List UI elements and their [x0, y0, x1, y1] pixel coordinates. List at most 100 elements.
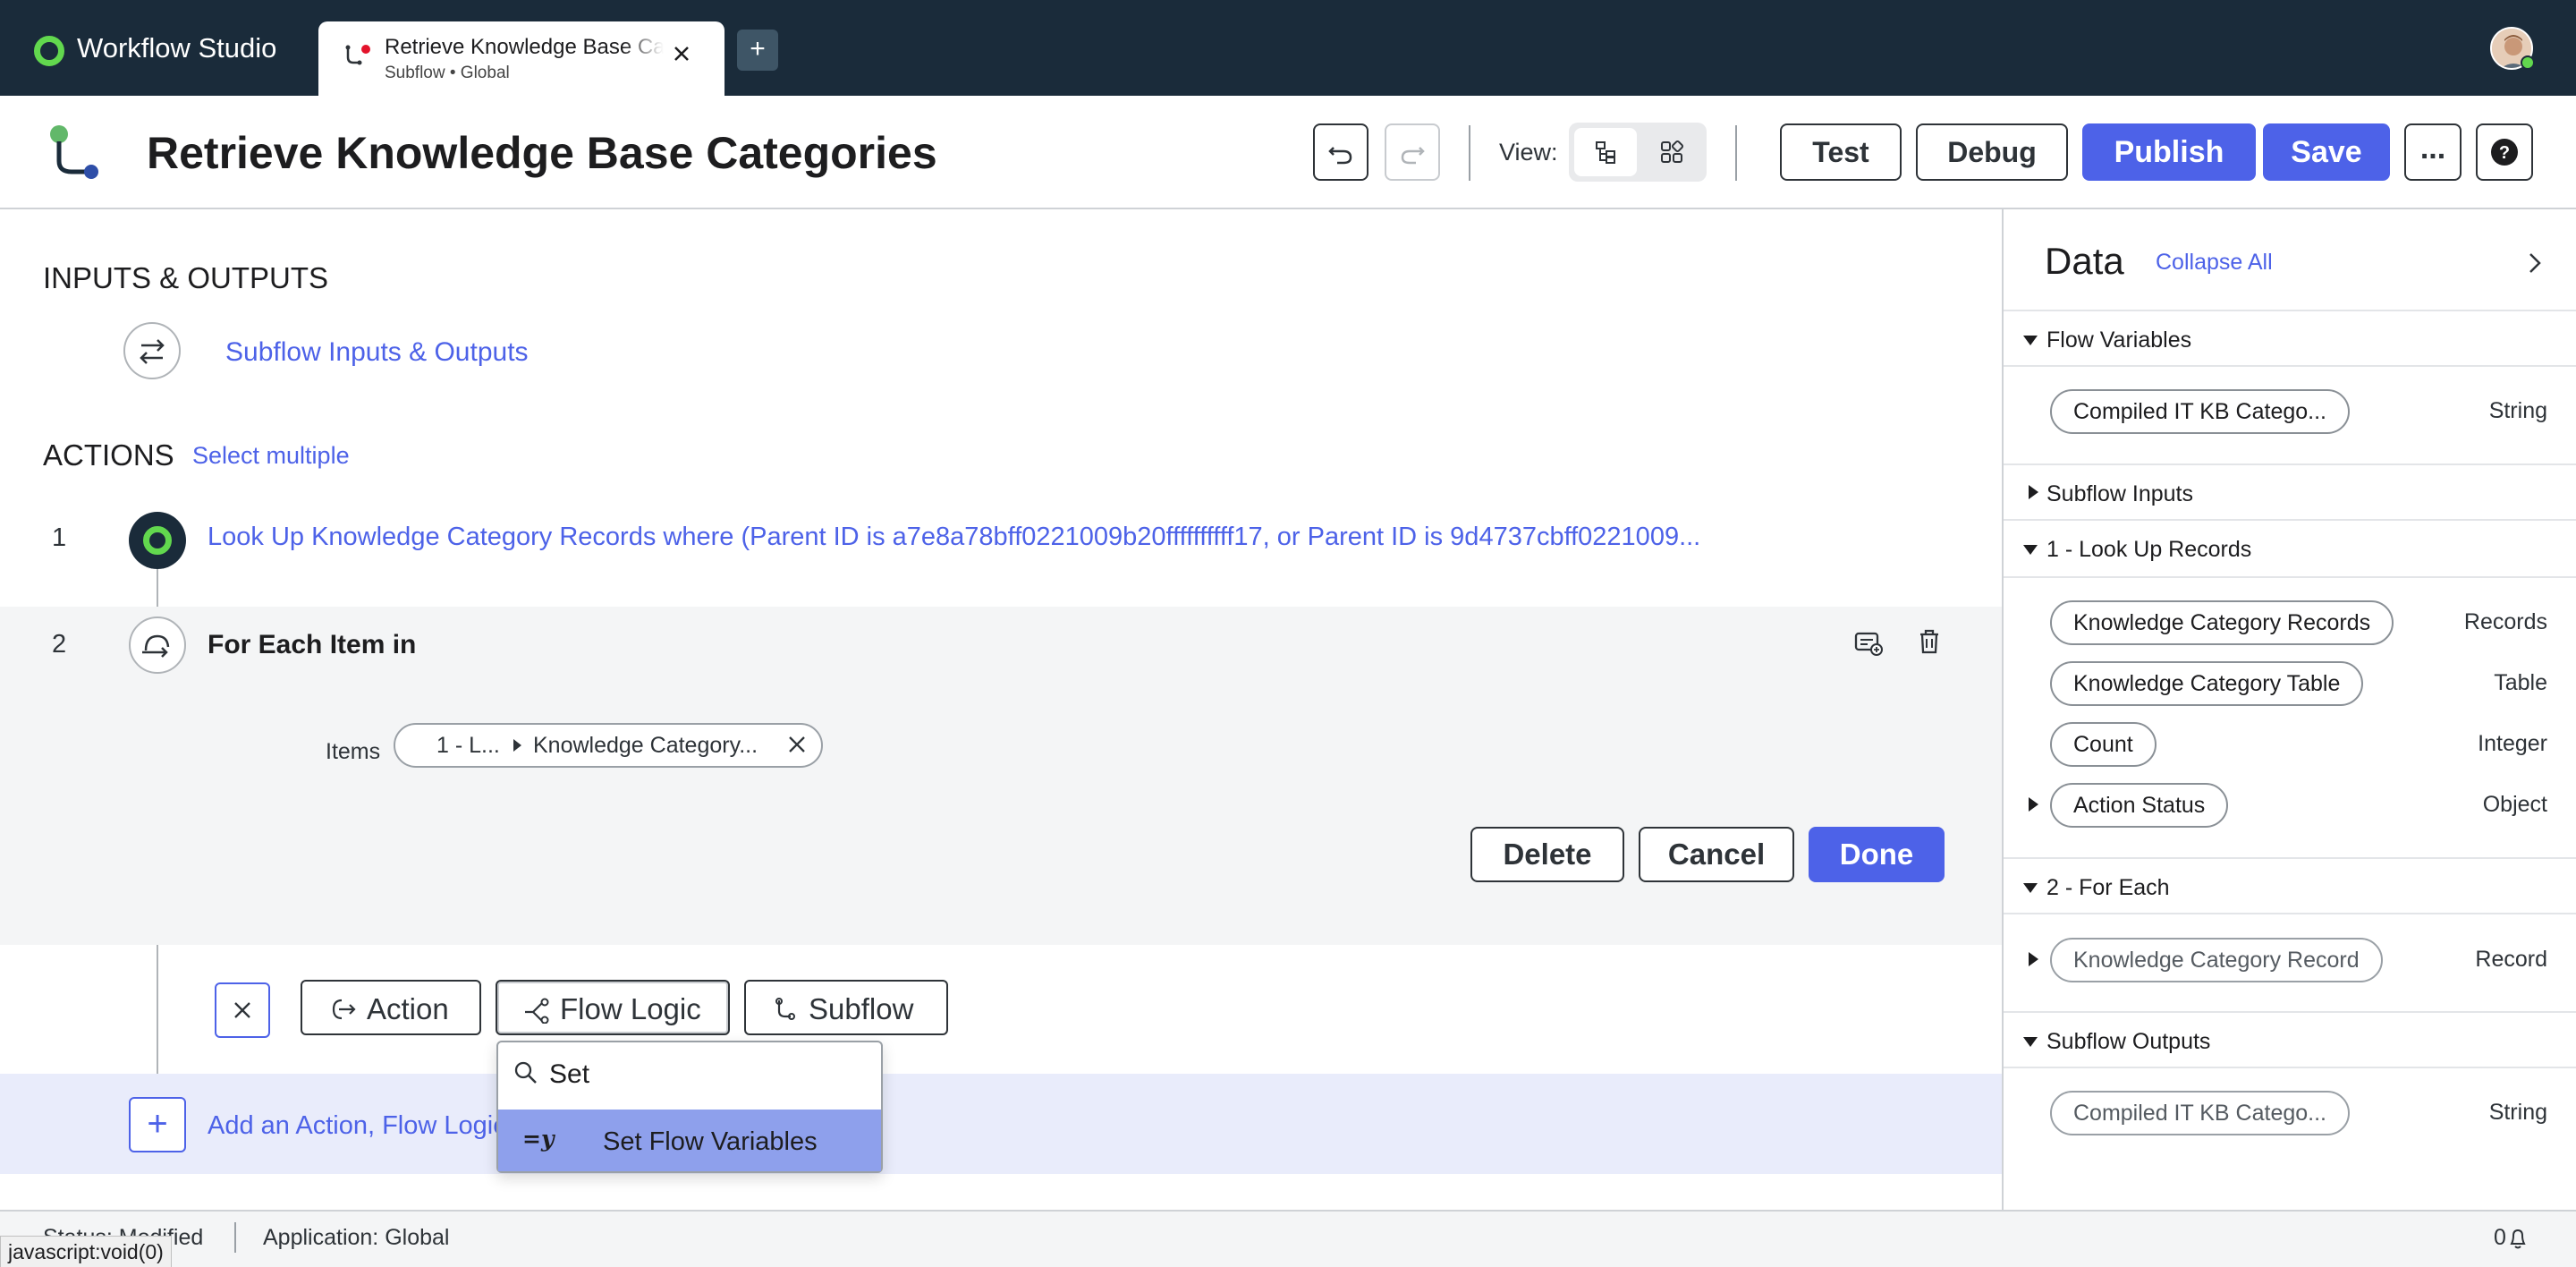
- data-type: String: [2488, 1100, 2547, 1125]
- new-tab-button[interactable]: +: [737, 30, 778, 71]
- data-type: Record: [2475, 947, 2547, 972]
- caret-right-icon: [513, 739, 521, 752]
- actions-heading: ACTIONS: [43, 438, 174, 472]
- step-2-title[interactable]: For Each Item in: [208, 630, 416, 660]
- section-label: 2 - For Each: [2046, 875, 2170, 900]
- redo-button[interactable]: [1385, 123, 1440, 181]
- delete-step-icon[interactable]: [1918, 628, 1941, 655]
- dropdown-search-input[interactable]: Set: [549, 1059, 589, 1090]
- publish-button[interactable]: Publish: [2082, 123, 2256, 181]
- close-picker-button[interactable]: [215, 982, 270, 1038]
- data-type: Records: [2463, 609, 2547, 634]
- flow-connector: [157, 945, 158, 1095]
- section-label: 1 - Look Up Records: [2046, 537, 2252, 562]
- delete-button[interactable]: Delete: [1470, 827, 1624, 882]
- items-pill-source: 1 - L...: [436, 733, 500, 758]
- section-label: Flow Variables: [2046, 327, 2192, 353]
- collapse-all-link[interactable]: Collapse All: [2156, 250, 2273, 276]
- step-number: 1: [52, 523, 67, 552]
- set-variable-icon: =y: [522, 1126, 555, 1152]
- action-icon: [332, 999, 356, 1020]
- section-label: Subflow Outputs: [2046, 1029, 2211, 1054]
- link-url-tooltip: javascript:void(0): [0, 1236, 172, 1267]
- unsaved-indicator: [361, 45, 370, 54]
- subflow-outputs-section-header[interactable]: Subflow Outputs: [2004, 1011, 2576, 1068]
- workflow-studio-logo-icon: [34, 36, 64, 66]
- undo-button[interactable]: [1313, 123, 1368, 181]
- svg-text:?: ?: [2499, 143, 2510, 163]
- data-type: Object: [2482, 792, 2547, 817]
- tab-subtitle: Subflow • Global: [385, 64, 510, 82]
- view-label: View:: [1499, 139, 1558, 166]
- flow-logic-icon: [525, 998, 549, 1024]
- look-up-records-section-header[interactable]: 1 - Look Up Records: [2004, 521, 2576, 578]
- section-label: Subflow Inputs: [2046, 481, 2193, 506]
- debug-button[interactable]: Debug: [1916, 123, 2068, 181]
- caret-right-icon[interactable]: [2029, 952, 2038, 966]
- bell-icon[interactable]: [2508, 1228, 2528, 1249]
- add-step-button[interactable]: +: [129, 1097, 186, 1152]
- status-divider: [234, 1222, 236, 1253]
- caret-down-icon: [2023, 545, 2038, 555]
- subflow-logo-icon: [43, 122, 106, 184]
- caret-down-icon: [2023, 883, 2038, 893]
- caret-right-icon: [2029, 485, 2038, 499]
- search-icon: [513, 1059, 539, 1086]
- toolbar-divider: [1469, 125, 1470, 181]
- notification-count: 0: [2494, 1225, 2506, 1250]
- data-pill[interactable]: Knowledge Category Record: [2050, 938, 2383, 982]
- list-view-button[interactable]: [1574, 128, 1637, 176]
- caret-down-icon: [2023, 1037, 2038, 1047]
- data-pill[interactable]: Count: [2050, 722, 2157, 767]
- tab-title: Retrieve Knowledge Base Categories: [385, 35, 664, 59]
- data-type: String: [2488, 398, 2547, 423]
- inputs-outputs-icon[interactable]: [123, 322, 181, 379]
- step-number: 2: [52, 630, 67, 659]
- flow-logic-picker-button[interactable]: Flow Logic: [496, 980, 730, 1035]
- data-panel-title: Data: [2045, 240, 2124, 282]
- redo-icon: [1401, 147, 1425, 165]
- option-label: Set Flow Variables: [603, 1127, 818, 1156]
- data-pill[interactable]: Compiled IT KB Catego...: [2050, 389, 2351, 434]
- diagram-view-button[interactable]: [1640, 128, 1703, 176]
- select-multiple-link[interactable]: Select multiple: [192, 442, 350, 470]
- items-label: Items: [326, 739, 381, 764]
- data-pill[interactable]: Knowledge Category Table: [2050, 661, 2364, 706]
- subflow-picker-label: Subflow: [809, 992, 914, 1025]
- grid-view-icon: [1661, 140, 1684, 163]
- tree-view-icon: [1596, 141, 1615, 164]
- subflow-picker-button[interactable]: Subflow: [744, 980, 948, 1035]
- caret-right-icon[interactable]: [2029, 797, 2038, 812]
- test-button[interactable]: Test: [1780, 123, 1902, 181]
- clear-pill-icon[interactable]: [785, 733, 809, 756]
- flow-variables-section-header[interactable]: Flow Variables: [2004, 310, 2576, 367]
- step-1-lookup-records[interactable]: Look Up Knowledge Category Records where…: [208, 523, 1700, 552]
- subflow-icon: [343, 45, 363, 68]
- help-button[interactable]: ?: [2476, 123, 2533, 181]
- chevron-right-icon[interactable]: [2526, 251, 2544, 275]
- undo-icon: [1328, 147, 1352, 165]
- data-pill[interactable]: Compiled IT KB Catego...: [2050, 1091, 2351, 1135]
- add-note-icon[interactable]: [1853, 630, 1884, 657]
- save-button[interactable]: Save: [2263, 123, 2390, 181]
- action-step-icon-ring: [143, 526, 172, 555]
- flow-connector: [157, 569, 158, 607]
- data-pill[interactable]: Knowledge Category Records: [2050, 600, 2394, 645]
- data-pill[interactable]: Action Status: [2050, 783, 2229, 828]
- done-button[interactable]: Done: [1809, 827, 1945, 882]
- online-status-indicator: [2521, 55, 2535, 70]
- close-icon: [234, 1002, 250, 1018]
- close-tab-icon[interactable]: [673, 45, 691, 63]
- flow-logic-picker-label: Flow Logic: [560, 992, 701, 1025]
- caret-down-icon: [2023, 336, 2038, 345]
- action-picker-button[interactable]: Action: [301, 980, 481, 1035]
- cancel-button[interactable]: Cancel: [1639, 827, 1794, 882]
- more-options-button[interactable]: ...: [2404, 123, 2462, 181]
- for-each-section-header[interactable]: 2 - For Each: [2004, 857, 2576, 914]
- subflow-inputs-section-header[interactable]: Subflow Inputs: [2004, 463, 2576, 521]
- subflow-inputs-outputs-link[interactable]: Subflow Inputs & Outputs: [225, 337, 529, 368]
- action-picker-label: Action: [367, 992, 449, 1025]
- items-pill-field: Knowledge Category...: [533, 733, 758, 758]
- inputs-outputs-heading: INPUTS & OUTPUTS: [43, 261, 329, 294]
- app-name: Workflow Studio: [77, 32, 277, 64]
